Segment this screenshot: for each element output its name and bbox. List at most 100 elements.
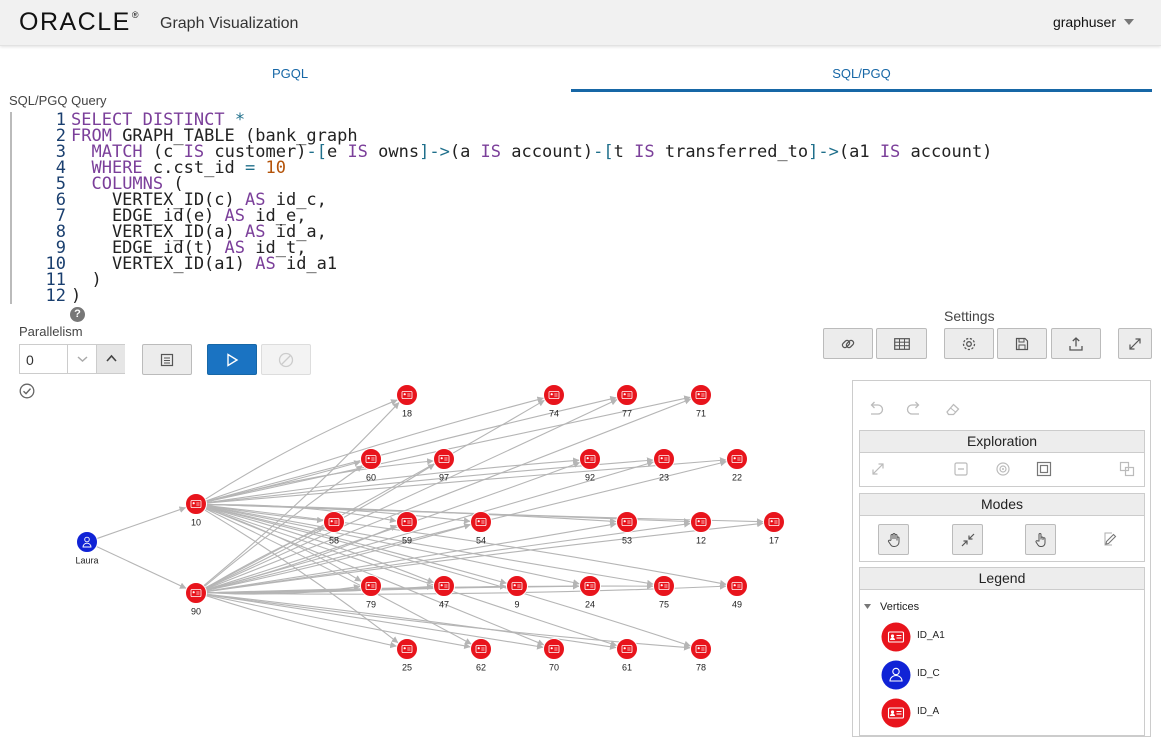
vertex-label: 17 [769,536,779,546]
parallelism-label: Parallelism [19,324,83,339]
redo-icon[interactable] [905,401,923,417]
graph-vertex[interactable]: 79 [360,575,382,610]
link-icon [841,339,855,348]
expand-icon[interactable] [870,461,886,477]
graph-vertex[interactable]: 18 [396,384,418,419]
legend-item[interactable]: ID_A1 [881,622,945,652]
graph-edge[interactable] [205,398,692,590]
group-icon[interactable] [1036,461,1052,477]
legend-item[interactable]: ID_A [881,698,939,728]
play-icon [227,352,239,367]
decrement-button[interactable] [67,345,96,373]
graph-vertex[interactable]: 60 [360,448,382,483]
run-query-button[interactable] [207,344,257,375]
vertex-label: 92 [585,473,595,483]
graph-vertex[interactable]: 70 [543,638,565,673]
vertex-label: 70 [549,663,559,673]
document-icon [160,353,174,366]
graph-vertex[interactable]: 24 [579,575,601,610]
vertex-label: 58 [329,536,339,546]
edit-icon[interactable] [1103,531,1119,547]
ungroup-icon[interactable] [1119,461,1135,477]
graph-vertex[interactable]: Laura [75,531,99,566]
vertex-label: 79 [366,600,376,610]
exploration-header: Exploration [859,430,1145,453]
graph-vertex[interactable]: 75 [653,575,675,610]
graph-vertex[interactable]: 23 [653,448,675,483]
parallelism-input[interactable] [20,345,74,375]
legend-item[interactable]: ID_C [881,660,940,690]
graph-vertex[interactable]: 62 [470,638,492,673]
save-button[interactable] [997,328,1047,359]
graph-vertex[interactable]: 71 [690,384,712,419]
export-button[interactable] [1051,328,1101,359]
hand-icon [887,532,899,547]
graph-vertex[interactable]: 49 [726,575,748,610]
graph-vertex[interactable]: 53 [616,511,638,546]
graph-vertex[interactable]: 10 [185,493,207,528]
cancel-query-button[interactable] [261,344,311,375]
tab-sql-pgq[interactable]: SQL/PGQ [571,58,1152,92]
fit-mode-button[interactable] [952,524,983,555]
increment-button[interactable] [96,345,125,373]
graph-vertex[interactable]: 74 [543,384,565,419]
link-button[interactable] [823,328,873,359]
code-line: 12) [12,286,1132,306]
vertex-label: 90 [191,607,201,617]
chevron-down-icon [77,356,88,363]
vertex-label: 74 [549,409,559,419]
graph-vertex[interactable]: 78 [690,638,712,673]
line-number: 12 [45,286,66,306]
graph-edge[interactable] [96,545,187,590]
graph-svg[interactable]: Laura 10 90 18 74 77 71 60 97 92 23 22 58 59 54 53 12 17 7… [0,380,850,737]
settings-button[interactable] [944,328,994,359]
table-view-button[interactable] [876,328,927,359]
app-title: Graph Visualization [160,15,299,32]
vertex-label: 47 [439,600,449,610]
graph-edge[interactable] [206,460,361,502]
query-editor[interactable]: 1 SELECT DISTINCT * 2 FROM GRAPH_TABLE (ban… [10,112,1132,306]
graph-vertex[interactable]: 58 [323,511,345,546]
code-line: 11 ) [12,272,1132,289]
graph-vertex[interactable]: 47 [433,575,455,610]
select-mode-button[interactable] [1025,524,1056,555]
graph-vertex[interactable]: 9 [506,575,528,610]
vertex-label: 18 [402,409,412,419]
vertex-label: 62 [476,663,486,673]
oracle-logo: ORACLE® [19,8,140,36]
help-icon[interactable]: ? [70,307,85,322]
focus-icon[interactable] [995,461,1011,477]
vertex-label: 60 [366,473,376,483]
undo-icon[interactable] [867,401,885,417]
tab-pgql[interactable]: PGQL [0,58,580,92]
graph-vertex[interactable]: 61 [616,638,638,673]
graph-vertex[interactable]: 54 [470,511,492,546]
pan-mode-button[interactable] [878,524,909,555]
person-icon [881,660,911,690]
collapse-icon[interactable] [953,461,969,477]
code-text: VERTEX_ID(a1) AS id_a1 [71,254,338,274]
graph-canvas[interactable]: Laura 10 90 18 74 77 71 60 97 92 23 22 58 59 54 53 12 17 7… [0,380,850,737]
vertex-label: 97 [439,473,449,483]
graph-vertex[interactable]: 22 [726,448,748,483]
graph-vertex[interactable]: 25 [396,638,418,673]
legend-header: Legend [859,567,1145,590]
modes-header: Modes [859,493,1145,516]
chevron-down-icon[interactable] [1124,19,1134,25]
graph-vertex[interactable]: 77 [616,384,638,419]
graph-vertex[interactable]: 12 [690,511,712,546]
graph-vertex[interactable]: 90 [185,582,207,617]
eraser-icon[interactable] [944,401,962,417]
caret-down-icon[interactable] [863,602,872,611]
vertex-label: 61 [622,663,632,673]
graph-edge[interactable] [96,506,187,540]
vertex-label: 12 [696,536,706,546]
id-card-icon [881,698,911,728]
graph-vertex[interactable]: 92 [579,448,601,483]
graph-vertex[interactable]: 17 [763,511,785,546]
user-menu[interactable]: graphuser [1053,14,1116,30]
format-query-button[interactable] [142,344,192,375]
fullscreen-button[interactable] [1118,328,1152,359]
graph-edge[interactable] [206,457,727,504]
legend-group-title: Vertices [880,601,920,613]
